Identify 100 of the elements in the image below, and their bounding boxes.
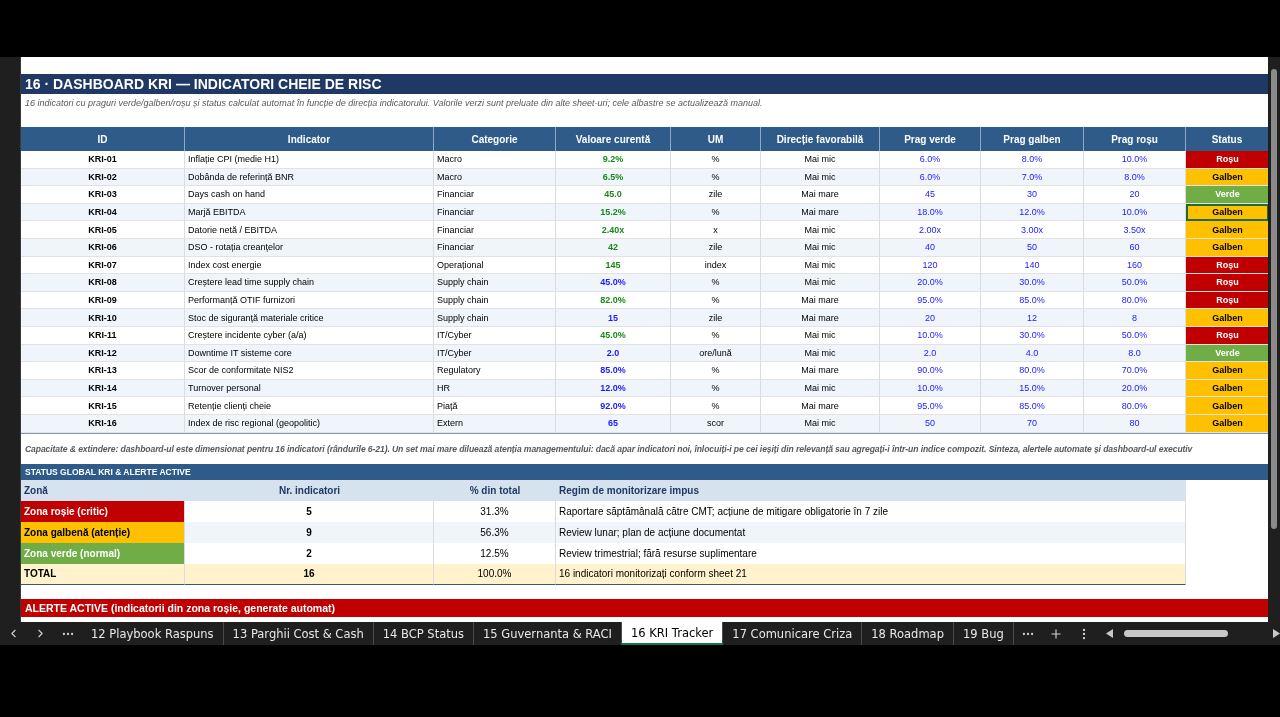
table-cell: Stoc de siguranță materiale critice — [185, 309, 434, 327]
table-cell: zile — [671, 309, 761, 327]
table-cell: 16 — [185, 563, 434, 585]
table-cell: Datorie netă / EBITDA — [185, 221, 434, 239]
column-header: Prag galben — [981, 127, 1084, 151]
table-cell: Supply chain — [434, 309, 556, 327]
table-cell: 80.0% — [981, 362, 1084, 380]
table-cell: Financiar — [434, 221, 556, 239]
table-cell: Days cash on hand — [185, 186, 434, 204]
table-cell: KRI-03 — [21, 186, 185, 204]
table-cell: Financiar — [434, 186, 556, 204]
table-cell: 50.0% — [1084, 274, 1186, 292]
column-header: Status — [1186, 127, 1268, 151]
table-cell: 85.0% — [556, 362, 671, 380]
column-header: UM — [671, 127, 761, 151]
status-cell[interactable]: Galben — [1186, 362, 1268, 380]
table-cell: Mai mare — [761, 397, 880, 415]
sheet-tab[interactable]: 17 Comunicare Criza — [723, 622, 863, 645]
table-cell: Mai mare — [761, 309, 880, 327]
table-cell: Macro — [434, 151, 556, 169]
status-cell[interactable]: Galben — [1186, 221, 1268, 239]
table-cell: 2.00x — [880, 221, 981, 239]
column-header: Nr. indicatori — [185, 479, 434, 501]
table-cell: Mai mare — [761, 362, 880, 380]
table-cell: 45.0 — [556, 186, 671, 204]
table-cell: 30 — [981, 186, 1084, 204]
table-cell: Supply chain — [434, 274, 556, 292]
table-cell: Mai mare — [761, 186, 880, 204]
table-cell: Review lunar; plan de acțiune documentat — [556, 521, 1186, 543]
table-cell: 45.0% — [556, 274, 671, 292]
sheet-tab[interactable]: 12 Playbook Raspuns — [82, 622, 224, 645]
table-cell: 15 — [556, 309, 671, 327]
dashboard-subtitle: 16 indicatori cu praguri verde/galben/roșu și status calculat automat în funcție de direcția indicatorului. Valorile verzi sunt preluate din alte sheet-uri; cele albastre se actualizează manual. — [24, 97, 764, 110]
sheet-tab[interactable]: 14 BCP Status — [373, 622, 474, 645]
table-cell: 20 — [1084, 186, 1186, 204]
table-cell: Mai mic — [761, 221, 880, 239]
table-cell: KRI-05 — [21, 221, 185, 239]
table-cell: Inflație CPI (medie H1) — [185, 151, 434, 169]
status-cell[interactable]: Galben — [1186, 397, 1268, 415]
table-cell: 85.0% — [981, 397, 1084, 415]
table-cell: KRI-13 — [21, 362, 185, 380]
sheet-tab[interactable]: 13 Parghii Cost & Cash — [223, 622, 374, 645]
column-header: Valoare curentă — [556, 127, 671, 151]
table-cell: % — [671, 397, 761, 415]
table-cell: 92.0% — [556, 397, 671, 415]
table-cell: 8.0% — [981, 151, 1084, 169]
column-header: Prag roșu — [1084, 127, 1186, 151]
table-cell: 95.0% — [880, 397, 981, 415]
table-cell: Mai mic — [761, 151, 880, 169]
table-cell: 16 indicatori monitorizați conform sheet 21 — [556, 563, 1186, 585]
status-cell[interactable]: Galben — [1186, 309, 1268, 327]
table-cell: 20.0% — [880, 274, 981, 292]
table-cell: Mai mic — [761, 274, 880, 292]
table-cell: 3.00x — [981, 221, 1084, 239]
table-cell: Creștere lead time supply chain — [185, 274, 434, 292]
table-cell: 9 — [185, 521, 434, 543]
sheet-tab[interactable]: 19 Bug — [953, 622, 1014, 645]
column-header: Categorie — [434, 127, 556, 151]
sheet-tab[interactable]: 18 Roadmap — [862, 622, 954, 645]
table-cell: 90.0% — [880, 362, 981, 380]
table-cell: KRI-10 — [21, 309, 185, 327]
status-cell[interactable]: Roșu — [1186, 274, 1268, 292]
capacity-note: Capacitate & extindere: dashboard-ul este dimensionat pentru 16 indicatori (rândurile 6-21). Un set mai mare diluează atenția managementului: dacă apar indicatori noi, înlocuiți-i pe cei ieșiți din relevanță sau agregați-i într-un indice compozit. Sinteza, alertele automate și dashboard-ul executiv — [24, 442, 1194, 456]
column-header: Prag verde — [880, 127, 981, 151]
table-cell: Retenție clienți cheie — [185, 397, 434, 415]
table-cell: 20 — [880, 309, 981, 327]
table-cell: zile — [671, 186, 761, 204]
table-cell: 70.0% — [1084, 362, 1186, 380]
column-header: Direcție favorabilă — [761, 127, 880, 151]
table-cell: KRI-01 — [21, 151, 185, 169]
vertical-scrollbar[interactable] — [1268, 57, 1280, 622]
table-cell: % — [671, 362, 761, 380]
dashboard-title: 16 · DASHBOARD KRI — INDICATORI CHEIE DE RISC — [21, 74, 1268, 94]
table-cell: 30.0% — [981, 274, 1084, 292]
table-cell: 12 — [981, 309, 1084, 327]
table-cell: 2.40x — [556, 221, 671, 239]
section-title: STATUS GLOBAL KRI & ALERTE ACTIVE — [21, 463, 1268, 480]
column-header: Regim de monitorizare impus — [556, 479, 1186, 501]
table-cell: 10.0% — [1084, 151, 1186, 169]
scroll-right-icon[interactable] — [1272, 629, 1280, 638]
table-cell: Piață — [434, 397, 556, 415]
table-cell: x — [671, 221, 761, 239]
table-cell: KRI-08 — [21, 274, 185, 292]
sheet-tab[interactable]: 15 Guvernanta & RACI — [474, 622, 622, 645]
status-cell[interactable]: Roșu — [1186, 151, 1268, 169]
table-cell: KRI-15 — [21, 397, 185, 415]
table-cell: 6.0% — [880, 151, 981, 169]
table-cell: 3.50x — [1084, 221, 1186, 239]
table-cell: Review trimestrial; fără resurse suplimentare — [556, 542, 1186, 564]
table-cell: 8 — [1084, 309, 1186, 327]
table-cell: Scor de conformitate NIS2 — [185, 362, 434, 380]
table-cell: Raportare săptămânală către CMT; acțiune de mitigare obligatorie în 7 zile — [556, 500, 1186, 522]
table-cell: Regulatory — [434, 362, 556, 380]
scroll-left-icon[interactable] — [1105, 629, 1114, 638]
table-cell: 9.2% — [556, 151, 671, 169]
alerts-title: ALERTE ACTIVE (indicatorii din zona roșie, generate automat) — [21, 598, 1268, 617]
column-header: Indicator — [185, 127, 434, 151]
column-header: ID — [21, 127, 185, 151]
sheet-tab[interactable]: 16 KRI Tracker — [621, 622, 724, 645]
table-cell: % — [671, 274, 761, 292]
